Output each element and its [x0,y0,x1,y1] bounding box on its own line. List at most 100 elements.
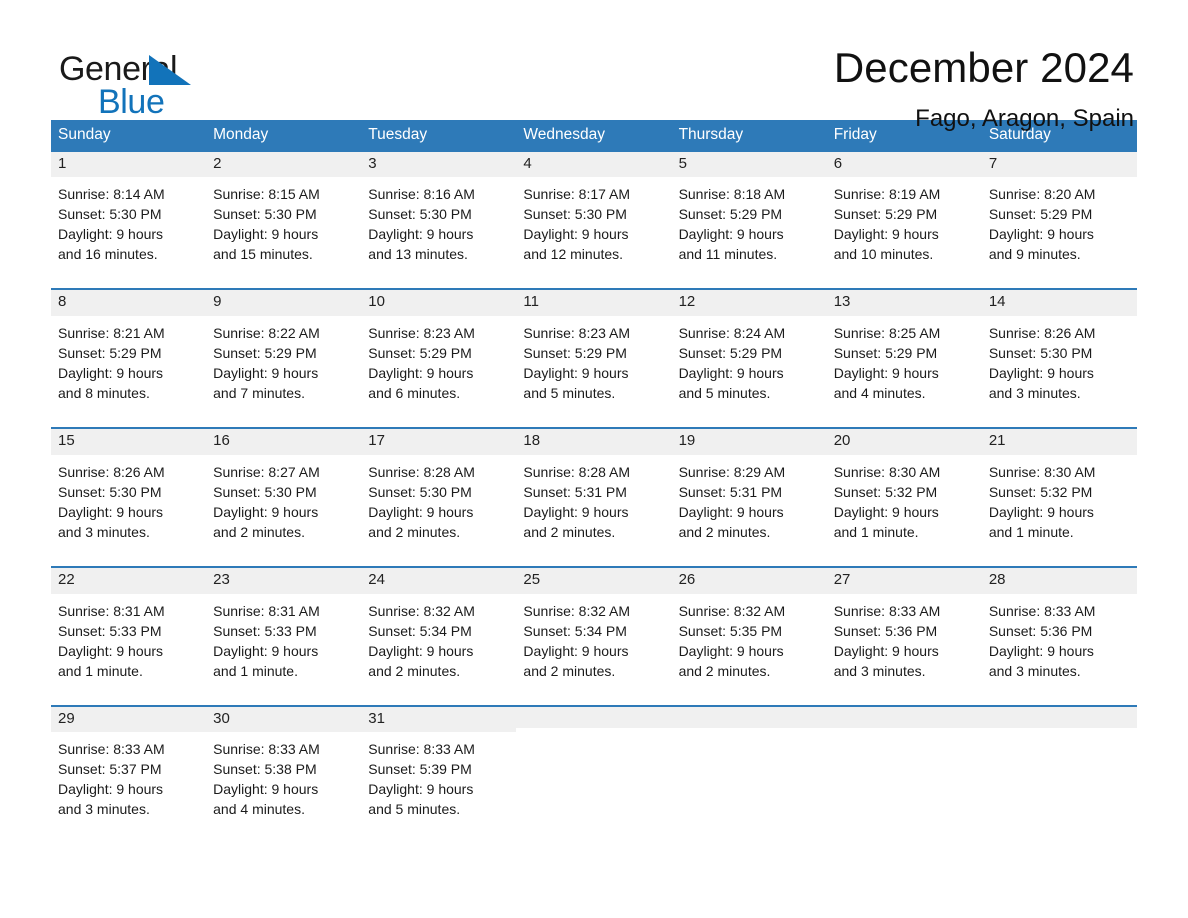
daylight-text-line2: and 2 minutes. [678,523,771,540]
sunrise-text: Sunrise: 8:15 AM [213,186,320,203]
week-row: 22 Sunrise: 8:31 AM Sunset: 5:33 PM Dayl… [51,565,1137,705]
daylight-text-line1: Daylight: 9 hours [988,642,1094,659]
day-details: Sunrise: 8:21 AM Sunset: 5:29 PM Dayligh… [51,316,206,427]
day-cell[interactable]: 8 Sunrise: 8:21 AM Sunset: 5:29 PM Dayli… [51,290,207,428]
day-number [516,706,672,728]
day-cell[interactable]: 20 Sunrise: 8:30 AM Sunset: 5:32 PM Dayl… [826,429,982,566]
day-number: 18 [516,429,672,455]
day-number: 5 [671,151,827,178]
day-cell[interactable]: 11 Sunrise: 8:23 AM Sunset: 5:29 PM Dayl… [516,290,672,428]
day-details: Sunrise: 8:17 AM Sunset: 5:30 PM Dayligh… [516,177,671,288]
day-cell[interactable]: 16 Sunrise: 8:27 AM Sunset: 5:30 PM Dayl… [206,429,362,566]
sunset-text: Sunset: 5:32 PM [988,483,1093,500]
daylight-text-line2: and 2 minutes. [368,662,461,679]
day-details: Sunrise: 8:30 AM Sunset: 5:32 PM Dayligh… [827,455,982,566]
day-cell[interactable]: 18 Sunrise: 8:28 AM Sunset: 5:31 PM Dayl… [516,429,672,566]
day-number: 20 [826,429,982,455]
day-cell[interactable]: 30 Sunrise: 8:33 AM Sunset: 5:38 PM Dayl… [206,706,362,844]
daylight-text-line2: and 2 minutes. [368,523,461,540]
day-number: 3 [361,151,517,178]
day-cell[interactable]: 17 Sunrise: 8:28 AM Sunset: 5:30 PM Dayl… [361,429,517,566]
day-details: Sunrise: 8:20 AM Sunset: 5:29 PM Dayligh… [982,177,1137,288]
day-details: Sunrise: 8:23 AM Sunset: 5:29 PM Dayligh… [361,316,516,427]
daylight-text-line1: Daylight: 9 hours [678,503,784,520]
day-details: Sunrise: 8:31 AM Sunset: 5:33 PM Dayligh… [51,594,206,705]
day-cell[interactable]: 19 Sunrise: 8:29 AM Sunset: 5:31 PM Dayl… [671,429,827,566]
daylight-text-line2: and 3 minutes. [58,801,150,818]
day-cell[interactable]: 4 Sunrise: 8:17 AM Sunset: 5:30 PM Dayli… [516,151,672,289]
day-cell[interactable]: 31 Sunrise: 8:33 AM Sunset: 5:39 PM Dayl… [361,706,517,844]
day-details [982,728,1137,839]
day-number: 27 [826,567,982,594]
daylight-text-line2: and 4 minutes. [213,801,305,818]
day-number: 11 [516,290,672,317]
day-cell[interactable]: 2 Sunrise: 8:15 AM Sunset: 5:30 PM Dayli… [206,151,362,289]
daylight-text-line1: Daylight: 9 hours [368,365,474,382]
day-details: Sunrise: 8:29 AM Sunset: 5:31 PM Dayligh… [672,455,827,566]
day-cell[interactable]: 24 Sunrise: 8:32 AM Sunset: 5:34 PM Dayl… [361,567,517,705]
day-cell[interactable]: 7 Sunrise: 8:20 AM Sunset: 5:29 PM Dayli… [981,151,1137,289]
day-cell[interactable]: 10 Sunrise: 8:23 AM Sunset: 5:29 PM Dayl… [361,290,517,428]
day-cell[interactable]: 9 Sunrise: 8:22 AM Sunset: 5:29 PM Dayli… [206,290,362,428]
day-cell[interactable]: 1 Sunrise: 8:14 AM Sunset: 5:30 PM Dayli… [51,151,207,289]
daylight-text-line2: and 5 minutes. [678,385,771,402]
day-cell[interactable]: 21 Sunrise: 8:30 AM Sunset: 5:32 PM Dayl… [981,429,1137,566]
day-cell[interactable]: 3 Sunrise: 8:16 AM Sunset: 5:30 PM Dayli… [361,151,517,289]
sunset-text: Sunset: 5:29 PM [833,345,938,362]
sunrise-text: Sunrise: 8:28 AM [368,463,475,480]
day-cell[interactable]: 22 Sunrise: 8:31 AM Sunset: 5:33 PM Dayl… [51,567,207,705]
sunset-text: Sunset: 5:30 PM [58,206,162,223]
day-cell[interactable]: 23 Sunrise: 8:31 AM Sunset: 5:33 PM Dayl… [206,567,362,705]
daylight-text-line2: and 1 minute. [58,662,143,679]
day-number: 21 [981,429,1137,455]
sunset-text: Sunset: 5:30 PM [368,483,472,500]
day-details: Sunrise: 8:28 AM Sunset: 5:30 PM Dayligh… [361,455,516,566]
day-cell[interactable]: 13 Sunrise: 8:25 AM Sunset: 5:29 PM Dayl… [826,290,982,428]
sunset-text: Sunset: 5:34 PM [368,622,472,639]
weekday-header-wednesday: Wednesday [523,126,605,143]
sunrise-text: Sunrise: 8:33 AM [988,602,1096,619]
day-details: Sunrise: 8:22 AM Sunset: 5:29 PM Dayligh… [206,316,361,427]
day-cell[interactable]: 5 Sunrise: 8:18 AM Sunset: 5:29 PM Dayli… [671,151,827,289]
sunset-text: Sunset: 5:34 PM [523,622,627,639]
daylight-text-line2: and 9 minutes. [988,246,1081,263]
daylight-text-line2: and 3 minutes. [988,662,1081,679]
daylight-text-line1: Daylight: 9 hours [368,642,474,659]
sunrise-text: Sunrise: 8:23 AM [523,325,631,342]
sunset-text: Sunset: 5:29 PM [58,345,162,362]
day-cell[interactable]: 6 Sunrise: 8:19 AM Sunset: 5:29 PM Dayli… [826,151,982,289]
day-cell-empty [516,706,672,844]
day-number: 23 [206,567,362,594]
day-details: Sunrise: 8:25 AM Sunset: 5:29 PM Dayligh… [827,316,982,427]
sunset-text: Sunset: 5:29 PM [213,345,317,362]
day-details: Sunrise: 8:33 AM Sunset: 5:36 PM Dayligh… [982,594,1137,705]
day-cell[interactable]: 25 Sunrise: 8:32 AM Sunset: 5:34 PM Dayl… [516,567,672,705]
daylight-text-line1: Daylight: 9 hours [58,503,164,520]
sunset-text: Sunset: 5:29 PM [988,206,1093,223]
daylight-text-line1: Daylight: 9 hours [988,226,1094,243]
daylight-text-line2: and 4 minutes. [833,385,926,402]
day-cell[interactable]: 27 Sunrise: 8:33 AM Sunset: 5:36 PM Dayl… [826,567,982,705]
daylight-text-line1: Daylight: 9 hours [523,642,629,659]
day-cell[interactable]: 26 Sunrise: 8:32 AM Sunset: 5:35 PM Dayl… [671,567,827,705]
sunrise-text: Sunrise: 8:17 AM [523,186,631,203]
sunrise-text: Sunrise: 8:16 AM [368,186,475,203]
day-cell[interactable]: 29 Sunrise: 8:33 AM Sunset: 5:37 PM Dayl… [51,706,207,844]
day-cell[interactable]: 28 Sunrise: 8:33 AM Sunset: 5:36 PM Dayl… [981,567,1137,705]
week-row: 1 Sunrise: 8:14 AM Sunset: 5:30 PM Dayli… [51,151,1137,289]
day-cell[interactable]: 14 Sunrise: 8:26 AM Sunset: 5:30 PM Dayl… [981,290,1137,428]
daylight-text-line2: and 13 minutes. [368,246,468,263]
day-details: Sunrise: 8:26 AM Sunset: 5:30 PM Dayligh… [51,455,206,566]
day-number [671,706,827,728]
daylight-text-line1: Daylight: 9 hours [58,642,164,659]
sunrise-text: Sunrise: 8:33 AM [213,741,320,758]
sunset-text: Sunset: 5:29 PM [833,206,938,223]
day-cell[interactable]: 12 Sunrise: 8:24 AM Sunset: 5:29 PM Dayl… [671,290,827,428]
day-details: Sunrise: 8:26 AM Sunset: 5:30 PM Dayligh… [982,316,1137,427]
day-number: 15 [51,429,207,455]
day-cell[interactable]: 15 Sunrise: 8:26 AM Sunset: 5:30 PM Dayl… [51,429,207,566]
day-number: 10 [361,290,517,317]
day-number: 12 [671,290,827,317]
sunset-text: Sunset: 5:30 PM [368,206,472,223]
sunset-text: Sunset: 5:36 PM [988,622,1093,639]
